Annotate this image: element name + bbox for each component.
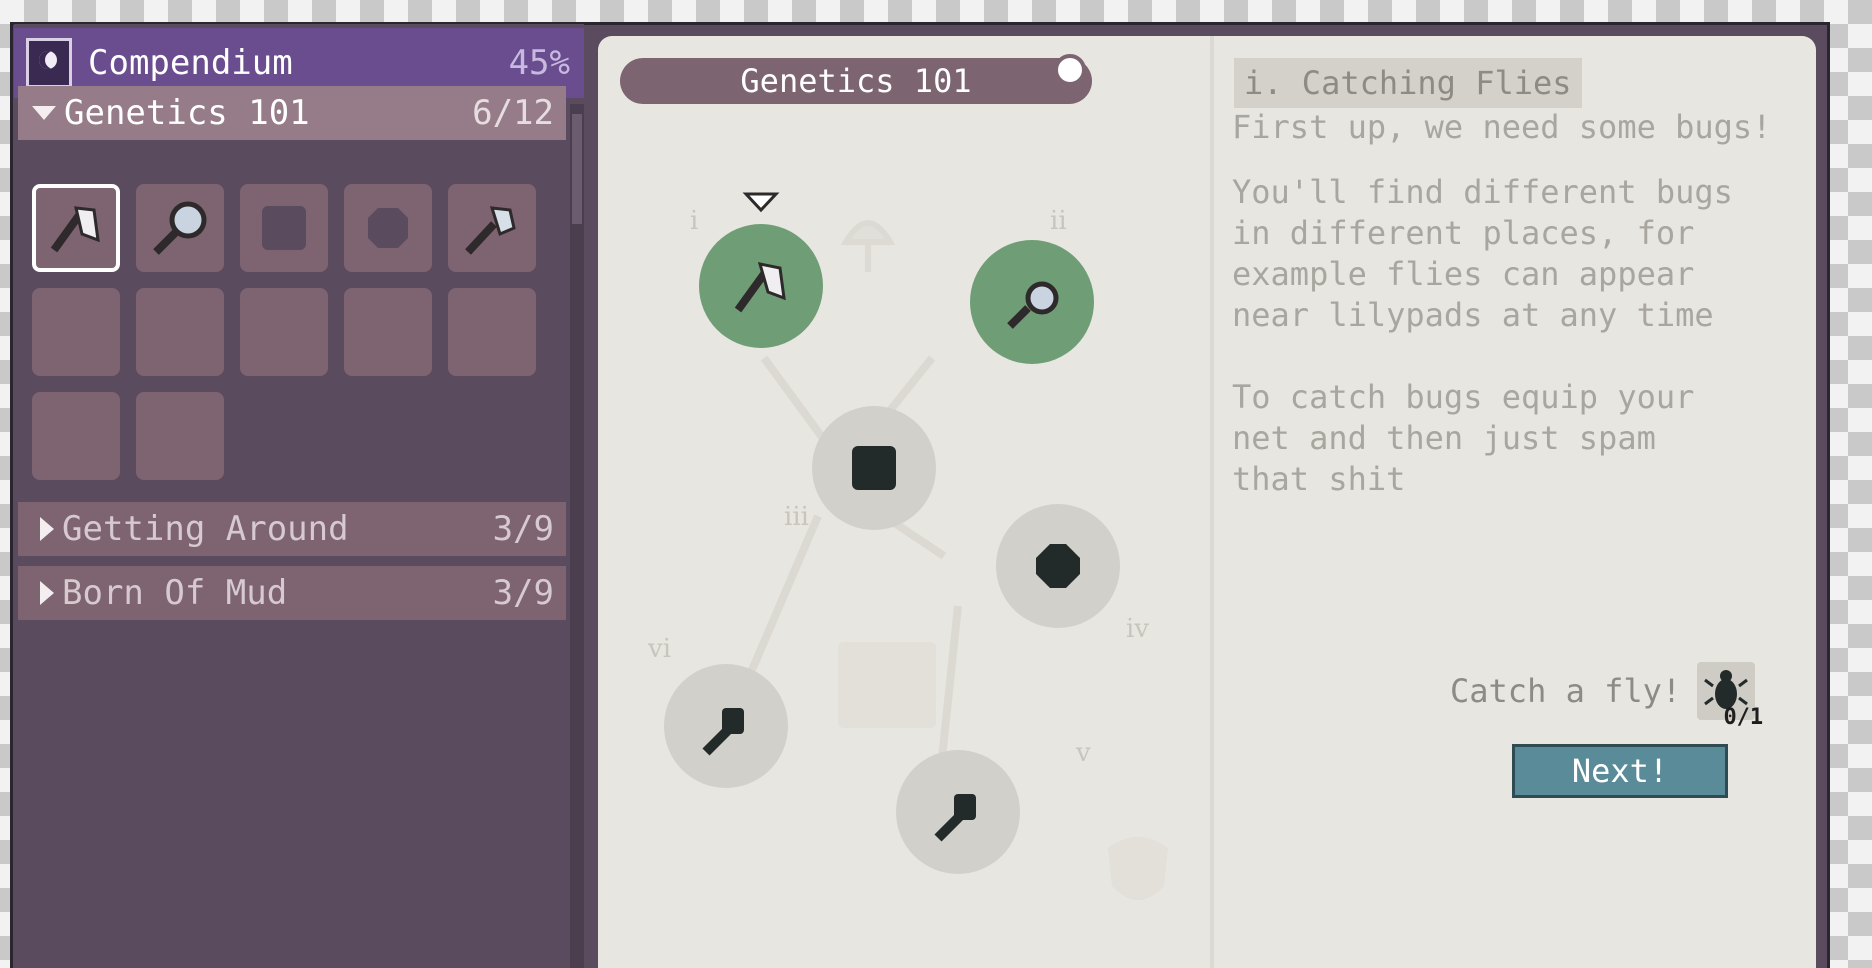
slot-magnifier[interactable] (136, 184, 224, 272)
net-icon (50, 206, 100, 253)
section-title: Genetics 101 (64, 93, 310, 133)
node-iii[interactable] (812, 406, 936, 530)
slot-empty[interactable] (136, 392, 224, 480)
slot-block[interactable] (240, 184, 328, 272)
current-node-marker-icon (742, 192, 780, 213)
section-count: 3/9 (492, 573, 554, 613)
task-progress: 0/1 (1723, 705, 1764, 730)
slot-empty[interactable] (344, 288, 432, 376)
task-row: Catch a fly! 0/1 (1450, 662, 1763, 730)
slot-empty[interactable] (240, 288, 328, 376)
completion-percent: 45% (508, 43, 570, 83)
expanded-triangle-icon (32, 106, 56, 120)
task-label: Catch a fly! (1450, 672, 1682, 710)
task-item-box: 0/1 (1697, 662, 1763, 730)
blob-icon (368, 208, 408, 248)
sidebar: Compendium 45% Genetics 101 6/12 Getting… (14, 24, 584, 968)
node-label: ii (1050, 206, 1067, 236)
axe-icon (465, 206, 516, 255)
next-button-label: Next! (1571, 752, 1669, 790)
lesson-body: You'll find different bugs in different … (1232, 173, 1733, 498)
lesson-subtitle: First up, we need some bugs! (1232, 108, 1772, 146)
lesson-title-box: i. Catching Flies (1234, 58, 1582, 108)
panel-divider (1210, 36, 1214, 968)
collapsed-triangle-icon (40, 517, 54, 541)
section-genetics-101[interactable]: Genetics 101 6/12 (18, 86, 566, 140)
decor-acorn-icon (1108, 837, 1168, 900)
slot-empty[interactable] (32, 392, 120, 480)
section-title: Born Of Mud (62, 573, 288, 613)
decor-crate-icon (838, 642, 936, 728)
node-label: iv (1126, 614, 1150, 644)
slot-empty[interactable] (136, 288, 224, 376)
node-iv[interactable] (996, 504, 1120, 628)
node-v[interactable] (896, 750, 1020, 874)
slot-net[interactable] (32, 184, 120, 272)
node-label: v (1076, 738, 1091, 768)
section-born-of-mud[interactable]: Born Of Mud 3/9 (18, 566, 566, 620)
node-i[interactable] (699, 224, 823, 348)
lesson-panel: Genetics 101 i ii iii iv v vi i. Catchin… (598, 36, 1816, 968)
section-count: 3/9 (492, 509, 554, 549)
node-label: vi (648, 634, 672, 664)
node-ii[interactable] (970, 240, 1094, 364)
block-icon (262, 206, 306, 250)
slot-empty[interactable] (448, 288, 536, 376)
node-label: iii (784, 502, 809, 532)
skill-tree (664, 192, 1168, 900)
decor-mushroom-icon (840, 220, 896, 272)
slot-blob[interactable] (344, 184, 432, 272)
section-getting-around[interactable]: Getting Around 3/9 (18, 502, 566, 556)
sidebar-scrollbar[interactable] (570, 104, 584, 968)
slot-axe[interactable] (448, 184, 536, 272)
compendium-title: Compendium (88, 43, 293, 83)
section-title: Getting Around (62, 509, 349, 549)
node-vi[interactable] (664, 664, 788, 788)
scrollbar-thumb[interactable] (572, 114, 582, 224)
section-count: 6/12 (472, 93, 554, 133)
magnifier-icon (153, 201, 207, 255)
slot-empty[interactable] (32, 288, 120, 376)
node-label: i (690, 206, 699, 236)
collapsed-triangle-icon (40, 581, 54, 605)
next-button[interactable]: Next! (1512, 744, 1728, 798)
book-icon (26, 38, 72, 88)
lesson-title: i. Catching Flies (1244, 64, 1572, 102)
